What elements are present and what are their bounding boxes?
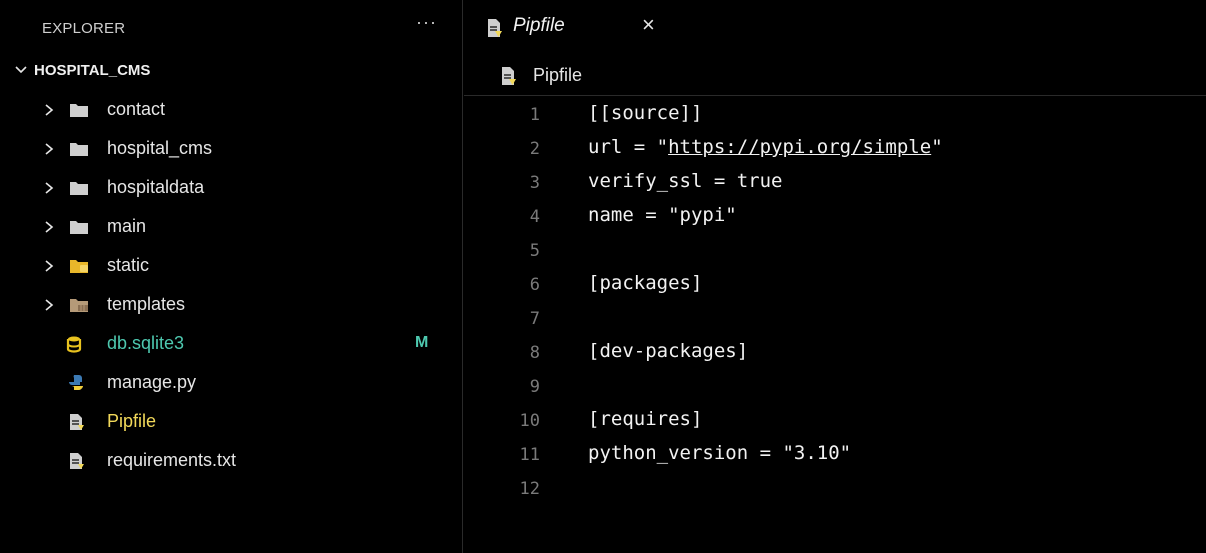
line-number: 7 xyxy=(529,309,540,329)
chevron-down-icon xyxy=(15,66,27,74)
line-text: url = "https://pypi.org/simple" xyxy=(588,136,943,158)
code-line: 8 [dev-packages] xyxy=(464,337,1206,371)
code-line: 11 python_version = "3.10" xyxy=(464,439,1206,473)
code-line: 7 xyxy=(464,303,1206,337)
code-line: 4 name = "pypi" xyxy=(464,201,1206,235)
line-number: 10 xyxy=(519,411,540,431)
code-editor[interactable]: 1 [[source]] 2 url = "https://pypi.org/s… xyxy=(464,96,1206,507)
chevron-right-icon xyxy=(45,182,54,194)
file-icon xyxy=(70,453,84,469)
breadcrumb-item-pipfile[interactable]: Pipfile xyxy=(533,65,582,86)
line-text: [packages] xyxy=(588,272,703,294)
tree-item-contact[interactable]: contact xyxy=(0,90,462,129)
line-text: [dev-packages] xyxy=(588,340,749,362)
file-icon xyxy=(70,414,84,430)
line-number: 1 xyxy=(529,105,540,125)
line-text: [requires] xyxy=(588,408,703,430)
line-number: 6 xyxy=(529,275,540,295)
tree-item-label: hospitaldata xyxy=(107,177,205,197)
tree-item-label: manage.py xyxy=(107,372,197,392)
line-text: [[source]] xyxy=(588,102,703,124)
line-text: name = "pypi" xyxy=(588,204,737,226)
editor-pane: Pipfile × Pipfile 1 [[source]] 2 url = "… xyxy=(464,0,1206,553)
static-folder-icon xyxy=(70,260,88,273)
chevron-right-icon xyxy=(45,260,54,272)
tree-item-label: static xyxy=(107,255,150,275)
workspace-header[interactable]: HOSPITAL_CMS xyxy=(0,50,462,90)
tree-item-manage-py[interactable]: manage.py xyxy=(0,363,462,402)
tab-bar: Pipfile × xyxy=(464,0,1206,56)
modified-badge: M xyxy=(415,334,429,351)
line-number: 3 xyxy=(529,173,540,193)
file-icon xyxy=(488,19,502,37)
tree-item-label: main xyxy=(107,216,147,236)
tree-item-static[interactable]: static xyxy=(0,246,462,285)
line-number: 2 xyxy=(529,139,540,159)
workspace-name: HOSPITAL_CMS xyxy=(34,61,151,79)
python-icon xyxy=(69,375,83,390)
chevron-right-icon xyxy=(45,299,54,311)
tree-item-requirements-txt[interactable]: requirements.txt xyxy=(0,441,462,480)
tree-item-pipfile[interactable]: Pipfile xyxy=(0,402,462,441)
line-number: 5 xyxy=(529,241,540,261)
code-line: 9 xyxy=(464,371,1206,405)
tree-item-label: contact xyxy=(107,99,166,119)
folder-icon xyxy=(70,182,88,195)
line-number: 12 xyxy=(519,479,540,499)
tree-item-label: db.sqlite3 xyxy=(107,333,185,353)
explorer-header: EXPLORER ··· xyxy=(0,0,462,56)
line-number: 4 xyxy=(529,207,540,227)
tree-item-templates[interactable]: templates xyxy=(0,285,462,324)
folder-icon xyxy=(70,104,88,117)
chevron-right-icon xyxy=(45,143,54,155)
tree-item-label: Pipfile xyxy=(107,411,157,431)
code-line: 10 [requires] xyxy=(464,405,1206,439)
code-token: url = " xyxy=(588,136,669,158)
close-icon[interactable]: × xyxy=(642,12,655,38)
tree-item-hospitaldata[interactable]: hospitaldata xyxy=(0,168,462,207)
explorer-title: EXPLORER xyxy=(42,19,126,37)
line-number: 8 xyxy=(529,343,540,363)
line-number: 11 xyxy=(519,445,540,465)
file-tree: contact hospital_cms hospitaldata main s… xyxy=(0,90,462,480)
folder-icon xyxy=(70,143,88,156)
file-icon xyxy=(502,67,516,85)
tree-item-label: requirements.txt xyxy=(107,450,237,470)
folder-icon xyxy=(70,221,88,234)
code-line: 12 xyxy=(464,473,1206,507)
tab-pipfile[interactable]: Pipfile × xyxy=(464,0,677,56)
code-line: 3 verify_ssl = true xyxy=(464,167,1206,201)
code-line: 6 [packages] xyxy=(464,269,1206,303)
database-icon xyxy=(66,336,82,353)
code-token: " xyxy=(931,136,943,158)
line-text: verify_ssl = true xyxy=(588,170,783,192)
line-number: 9 xyxy=(529,377,540,397)
chevron-right-icon xyxy=(45,104,54,116)
code-line: 2 url = "https://pypi.org/simple" xyxy=(464,133,1206,167)
line-text: python_version = "3.10" xyxy=(588,442,852,464)
tree-item-label: hospital_cms xyxy=(107,138,213,158)
code-line: 5 xyxy=(464,235,1206,269)
breadcrumb: Pipfile xyxy=(464,56,1206,96)
chevron-right-icon xyxy=(45,221,54,233)
tree-item-label: templates xyxy=(107,294,186,314)
tree-item-main[interactable]: main xyxy=(0,207,462,246)
explorer-sidebar: EXPLORER ··· HOSPITAL_CMS contact hospit… xyxy=(0,0,463,553)
more-actions-icon[interactable]: ··· xyxy=(416,13,437,31)
templates-folder-icon xyxy=(70,299,88,312)
tree-item-db-sqlite3[interactable]: db.sqlite3 M xyxy=(0,324,462,363)
tab-label: Pipfile xyxy=(513,15,565,36)
tree-item-hospital-cms[interactable]: hospital_cms xyxy=(0,129,462,168)
url-link[interactable]: https://pypi.org/simple xyxy=(668,136,931,158)
code-line: 1 [[source]] xyxy=(464,99,1206,133)
